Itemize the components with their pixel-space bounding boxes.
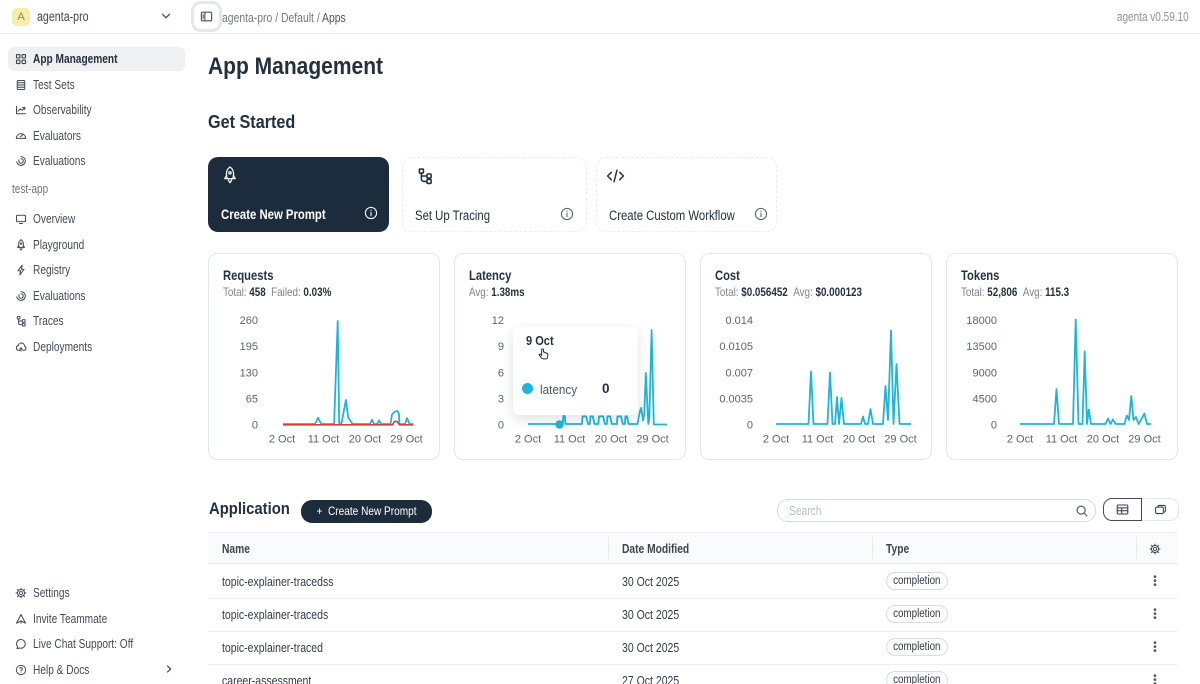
- svg-text:29 Oct: 29 Oct: [1128, 434, 1160, 446]
- svg-text:9000: 9000: [973, 368, 997, 380]
- svg-text:11 Oct: 11 Oct: [554, 434, 586, 446]
- svg-text:29 Oct: 29 Oct: [390, 434, 422, 446]
- svg-text:2 Oct: 2 Oct: [763, 434, 789, 446]
- svg-text:2 Oct: 2 Oct: [515, 434, 541, 446]
- svg-text:130: 130: [240, 368, 258, 380]
- svg-text:0: 0: [747, 420, 753, 432]
- svg-text:195: 195: [240, 341, 258, 353]
- svg-text:0: 0: [252, 420, 258, 432]
- svg-text:11 Oct: 11 Oct: [1046, 434, 1078, 446]
- svg-text:20 Oct: 20 Oct: [349, 434, 381, 446]
- svg-text:13500: 13500: [966, 341, 997, 353]
- svg-text:0: 0: [498, 420, 504, 432]
- svg-text:29 Oct: 29 Oct: [884, 434, 916, 446]
- svg-text:20 Oct: 20 Oct: [595, 434, 627, 446]
- svg-text:29 Oct: 29 Oct: [636, 434, 668, 446]
- svg-text:4500: 4500: [973, 394, 997, 406]
- svg-text:260: 260: [240, 315, 258, 327]
- svg-text:2 Oct: 2 Oct: [269, 434, 295, 446]
- svg-text:0.014: 0.014: [725, 315, 753, 327]
- svg-text:20 Oct: 20 Oct: [1087, 434, 1119, 446]
- svg-text:9: 9: [498, 341, 504, 353]
- svg-text:11 Oct: 11 Oct: [308, 434, 340, 446]
- svg-text:6: 6: [498, 368, 504, 380]
- svg-text:0.007: 0.007: [725, 368, 753, 380]
- svg-text:11 Oct: 11 Oct: [802, 434, 834, 446]
- svg-text:18000: 18000: [966, 315, 997, 327]
- svg-text:0.0035: 0.0035: [719, 394, 753, 406]
- svg-text:0.0105: 0.0105: [719, 341, 753, 353]
- svg-text:3: 3: [498, 394, 504, 406]
- svg-text:12: 12: [492, 315, 504, 327]
- svg-text:20 Oct: 20 Oct: [843, 434, 875, 446]
- svg-text:65: 65: [246, 394, 258, 406]
- svg-text:2 Oct: 2 Oct: [1007, 434, 1033, 446]
- svg-text:0: 0: [991, 420, 997, 432]
